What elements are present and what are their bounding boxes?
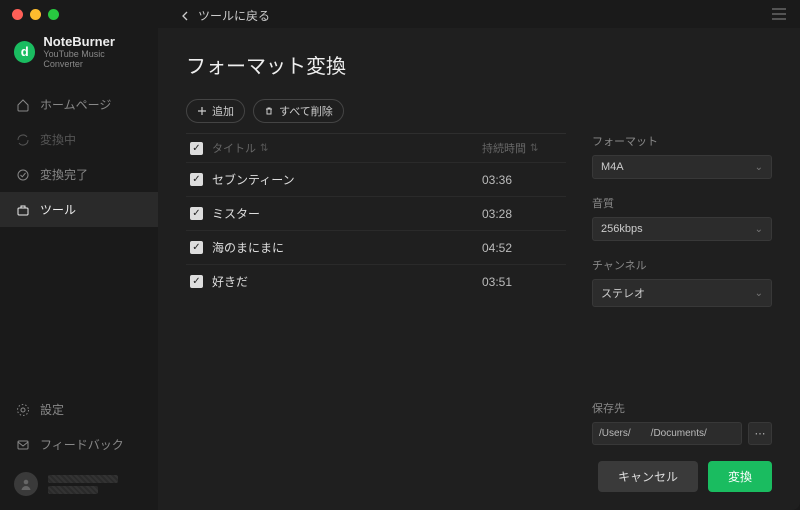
home-icon	[16, 98, 30, 112]
quality-label: 音質	[592, 195, 772, 211]
table-row[interactable]: ✓ ミスター03:28	[186, 196, 566, 230]
track-duration: 03:36	[482, 173, 562, 187]
chevron-down-icon: ⌄	[755, 288, 763, 299]
avatar	[14, 472, 38, 496]
page-title: フォーマット変換	[186, 50, 772, 79]
row-checkbox[interactable]: ✓	[190, 241, 203, 254]
add-button[interactable]: 追加	[186, 99, 245, 123]
app-subtitle: YouTube Music Converter	[43, 49, 144, 69]
converting-icon	[16, 133, 30, 147]
user-name-redacted	[48, 475, 118, 483]
window-close-button[interactable]	[12, 9, 23, 20]
app-name: NoteBurner	[43, 34, 144, 49]
sort-icon: ⇅	[260, 143, 268, 154]
trash-icon	[264, 106, 274, 116]
table-row[interactable]: ✓ 海のまにまに04:52	[186, 230, 566, 264]
table-row[interactable]: ✓ 好きだ03:51	[186, 264, 566, 298]
track-duration: 03:28	[482, 207, 562, 221]
save-path-field[interactable]: /Users//Documents/	[592, 422, 742, 445]
chevron-down-icon: ⌄	[755, 224, 763, 235]
sidebar-item-home[interactable]: ホームページ	[0, 87, 158, 122]
channel-label: チャンネル	[592, 257, 772, 273]
sidebar-item-label: 設定	[40, 401, 64, 418]
table-row[interactable]: ✓ セブンティーン03:36	[186, 162, 566, 196]
sidebar-item-completed[interactable]: 変換完了	[0, 157, 158, 192]
sidebar-item-label: ホームページ	[40, 96, 111, 113]
sidebar-item-label: ツール	[40, 201, 76, 218]
mail-icon	[16, 438, 30, 452]
select-all-checkbox[interactable]: ✓	[190, 142, 203, 155]
window-maximize-button[interactable]	[48, 9, 59, 20]
sidebar-item-label: フィードバック	[40, 436, 124, 453]
gear-icon	[16, 403, 30, 417]
channel-select[interactable]: ステレオ ⌄	[592, 279, 772, 307]
track-title: セブンティーン	[212, 171, 482, 188]
back-link[interactable]: ツールに戻る	[180, 7, 270, 24]
track-title: 好きだ	[212, 273, 482, 290]
browse-path-button[interactable]: ⋯	[748, 422, 772, 445]
sidebar-item-converting[interactable]: 変換中	[0, 122, 158, 157]
app-logo: d	[14, 41, 35, 63]
cancel-button[interactable]: キャンセル	[598, 461, 698, 492]
sort-icon: ⇅	[530, 143, 538, 154]
sidebar-item-label: 変換完了	[40, 166, 88, 183]
delete-all-button[interactable]: すべて削除	[253, 99, 344, 123]
back-label: ツールに戻る	[198, 7, 270, 24]
plus-icon	[197, 106, 207, 116]
row-checkbox[interactable]: ✓	[190, 275, 203, 288]
track-title: ミスター	[212, 205, 482, 222]
sidebar-item-label: 変換中	[40, 131, 76, 148]
format-label: フォーマット	[592, 133, 772, 149]
track-duration: 03:51	[482, 275, 562, 289]
chevron-down-icon: ⌄	[755, 162, 763, 173]
sidebar-item-tools[interactable]: ツール	[0, 192, 158, 227]
column-header-duration[interactable]: 持続時間 ⇅	[482, 140, 562, 156]
track-title: 海のまにまに	[212, 239, 482, 256]
row-checkbox[interactable]: ✓	[190, 207, 203, 220]
quality-select[interactable]: 256kbps ⌄	[592, 217, 772, 241]
convert-button[interactable]: 変換	[708, 461, 772, 492]
arrow-left-icon	[180, 10, 192, 22]
check-circle-icon	[16, 168, 30, 182]
track-duration: 04:52	[482, 241, 562, 255]
row-checkbox[interactable]: ✓	[190, 173, 203, 186]
menu-icon[interactable]	[772, 8, 786, 20]
format-select[interactable]: M4A ⌄	[592, 155, 772, 179]
user-plan-redacted	[48, 486, 98, 494]
window-minimize-button[interactable]	[30, 9, 41, 20]
sidebar-item-settings[interactable]: 設定	[0, 392, 158, 427]
save-path-label: 保存先	[592, 400, 772, 416]
sidebar-item-feedback[interactable]: フィードバック	[0, 427, 158, 462]
toolbox-icon	[16, 203, 30, 217]
ellipsis-icon: ⋯	[755, 427, 766, 440]
column-header-title[interactable]: タイトル ⇅	[212, 140, 482, 156]
user-account-row[interactable]	[0, 462, 158, 510]
